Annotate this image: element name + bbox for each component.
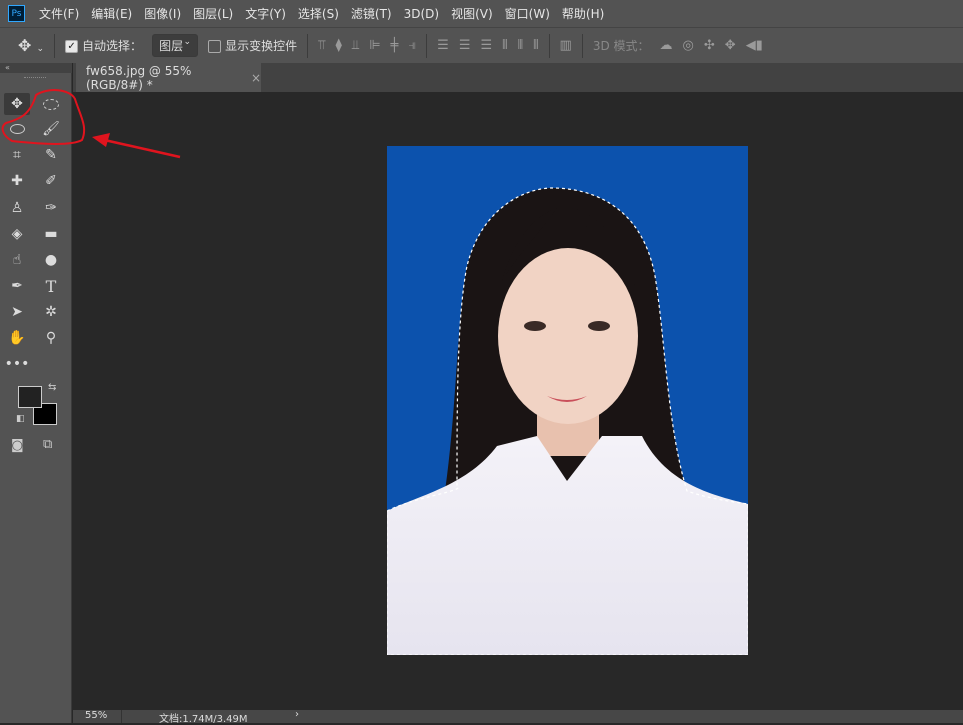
divider xyxy=(426,33,428,58)
distribute-top-icon[interactable]: ☰ xyxy=(437,38,449,53)
pen-tool[interactable]: ✒ xyxy=(4,275,30,297)
gradient-tool[interactable]: ▬ xyxy=(38,223,64,245)
dodge-tool[interactable]: ● xyxy=(38,249,64,271)
annotation-arrow xyxy=(99,137,181,159)
divider xyxy=(54,33,56,58)
distribute-right-icon[interactable]: ⫴ xyxy=(533,38,538,53)
status-bar: 55% 文档:1.74M/3.49M › xyxy=(73,709,963,725)
close-tab-icon[interactable]: × xyxy=(251,71,261,85)
eraser-tool[interactable]: ◈ xyxy=(4,223,30,245)
red-annotation xyxy=(1,89,181,159)
chevron-down-icon: ⌄ xyxy=(183,37,192,47)
show-transform-label: 显示变换控件 xyxy=(225,39,298,53)
document-tabs: fw658.jpg @ 55%(RGB/8#) * × xyxy=(73,63,963,92)
menu-image[interactable]: 图像(I) xyxy=(144,5,181,22)
3d-roll-icon[interactable]: ◎ xyxy=(683,38,694,53)
menu-help[interactable]: 帮助(H) xyxy=(562,5,604,22)
distribute-vcenter-icon[interactable]: ☰ xyxy=(459,38,471,53)
move-tool-icon[interactable]: ✥ ⌄ xyxy=(18,36,44,55)
status-menu-arrow-icon[interactable]: › xyxy=(295,709,299,720)
layer-select-value: 图层 xyxy=(159,39,184,53)
3d-orbit-icon[interactable]: ☁ xyxy=(660,38,673,53)
screen-mode-icon[interactable]: ⧉ xyxy=(43,437,52,452)
menu-file[interactable]: 文件(F) xyxy=(39,5,79,22)
divider xyxy=(307,33,309,58)
more-tools-icon[interactable]: ••• xyxy=(4,353,30,375)
photoshop-logo: Ps xyxy=(8,5,25,22)
collapse-panel-icon[interactable]: « xyxy=(0,63,72,73)
align-bottom-icon[interactable]: ⫫ xyxy=(352,38,359,53)
face xyxy=(498,248,638,424)
options-bar: ✥ ⌄ ✓ 自动选择： 图层 ⌄ 显示变换控件 ⫪ ⧫ ⫫ ⊫ ╪ ⫣ ☰ ☰ ☰… xyxy=(0,27,963,63)
zoom-tool[interactable]: ⚲ xyxy=(38,327,64,349)
menu-filter[interactable]: 滤镜(T) xyxy=(351,5,392,22)
layer-select-dropdown[interactable]: 图层 ⌄ xyxy=(152,34,199,57)
hand-tool[interactable]: ✋ xyxy=(4,327,30,349)
3d-slide-icon[interactable]: ✥ xyxy=(725,38,736,53)
foreground-color-swatch[interactable] xyxy=(18,386,42,408)
checkbox-unchecked-icon xyxy=(208,40,222,53)
history-brush-tool[interactable]: ✑ xyxy=(38,197,64,219)
show-transform-checkbox[interactable]: 显示变换控件 xyxy=(208,37,297,54)
arrow-head-icon xyxy=(92,133,110,147)
align-left-icon[interactable]: ⊫ xyxy=(369,38,380,53)
align-vcenter-icon[interactable]: ⧫ xyxy=(335,38,341,53)
menu-edit[interactable]: 编辑(E) xyxy=(91,5,132,22)
smudge-tool[interactable]: ☝ xyxy=(4,249,30,271)
quick-mask-icon[interactable]: ◙ xyxy=(11,438,24,453)
brush-tool[interactable]: ✐ xyxy=(38,170,64,192)
divider xyxy=(548,33,550,58)
clone-stamp-tool[interactable]: ♙ xyxy=(4,197,30,219)
menu-bar: Ps 文件(F) 编辑(E) 图像(I) 图层(L) 文字(Y) 选择(S) 滤… xyxy=(0,0,963,27)
3d-scale-icon[interactable]: ◀▮ xyxy=(746,38,763,53)
divider xyxy=(581,33,583,58)
portrait-photo xyxy=(387,187,748,655)
custom-shape-tool[interactable]: ✲ xyxy=(38,301,64,323)
distribute-bottom-icon[interactable]: ☰ xyxy=(480,38,492,53)
align-hcenter-icon[interactable]: ╪ xyxy=(391,38,399,53)
3d-pan-icon[interactable]: ✣ xyxy=(704,38,715,53)
3d-mode-label: 3D 模式： xyxy=(592,39,650,53)
auto-select-label: 自动选择： xyxy=(82,39,143,53)
align-top-icon[interactable]: ⫪ xyxy=(318,38,325,53)
distribute-hcenter-icon[interactable]: ⫴ xyxy=(518,38,523,53)
menu-type[interactable]: 文字(Y) xyxy=(245,5,286,22)
panel-grip[interactable] xyxy=(24,77,46,80)
healing-brush-tool[interactable]: ✚ xyxy=(4,170,30,192)
distribute-left-icon[interactable]: ⫴ xyxy=(502,38,507,53)
type-tool[interactable]: T xyxy=(38,275,64,297)
default-colors-icon[interactable]: ◧ xyxy=(16,414,25,424)
swap-colors-icon[interactable]: ⇆ xyxy=(48,382,56,393)
annotation-circle xyxy=(1,89,86,145)
checkbox-checked-icon: ✓ xyxy=(65,40,79,53)
menu-layer[interactable]: 图层(L) xyxy=(193,5,233,22)
align-right-icon[interactable]: ⫣ xyxy=(408,38,416,53)
menu-window[interactable]: 窗口(W) xyxy=(505,5,550,22)
menu-view[interactable]: 视图(V) xyxy=(451,5,493,22)
document-image[interactable] xyxy=(387,146,748,655)
path-selection-tool[interactable]: ➤ xyxy=(4,301,30,323)
auto-align-icon[interactable]: ▥ xyxy=(560,38,572,53)
menu-3d[interactable]: 3D(D) xyxy=(404,7,439,21)
zoom-level[interactable]: 55% xyxy=(85,710,107,721)
auto-select-checkbox[interactable]: ✓ 自动选择： xyxy=(65,37,142,54)
menu-select[interactable]: 选择(S) xyxy=(298,5,339,22)
